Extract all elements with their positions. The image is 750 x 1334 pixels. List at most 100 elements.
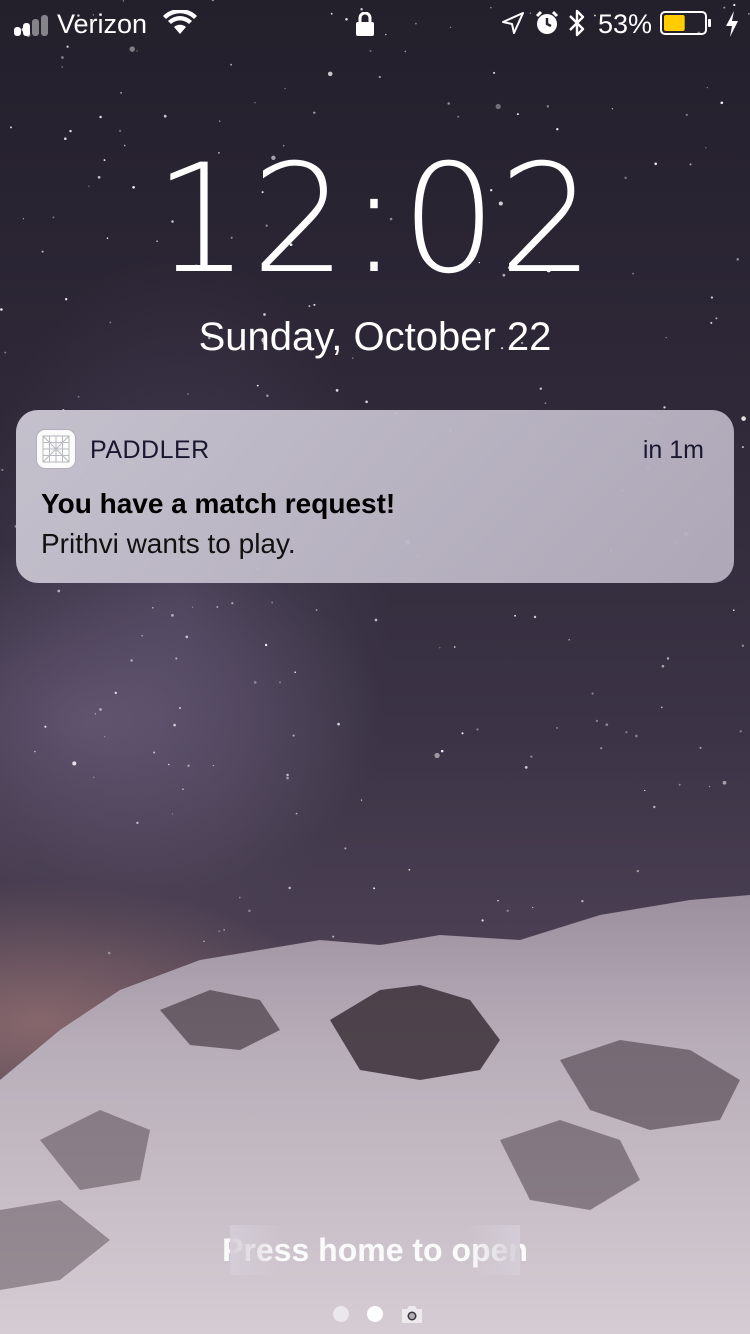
star — [461, 732, 464, 735]
star — [493, 71, 496, 74]
star — [114, 691, 117, 695]
star — [266, 394, 269, 398]
star — [0, 308, 3, 311]
star — [453, 646, 456, 648]
star — [163, 114, 167, 118]
star — [171, 813, 174, 815]
star — [434, 752, 440, 759]
star — [72, 761, 77, 766]
star — [179, 707, 181, 709]
star — [344, 847, 347, 850]
star — [706, 86, 708, 89]
signal-icon — [14, 12, 54, 36]
star — [653, 805, 656, 809]
alarm-icon — [535, 10, 559, 34]
star — [440, 749, 444, 753]
star — [118, 129, 122, 133]
star — [337, 722, 340, 726]
star — [99, 708, 102, 711]
star — [741, 644, 745, 647]
star — [34, 750, 36, 753]
page-indicator[interactable] — [0, 1302, 750, 1326]
star — [678, 783, 681, 786]
star — [636, 869, 640, 873]
star — [556, 127, 559, 131]
star — [447, 102, 450, 105]
star — [699, 746, 702, 749]
star — [369, 50, 372, 52]
page-dot-1[interactable] — [333, 1306, 349, 1322]
paddler-app-icon — [37, 430, 75, 468]
star — [733, 609, 735, 611]
star — [516, 113, 519, 116]
page-dot-2[interactable] — [367, 1306, 383, 1322]
star — [660, 706, 663, 709]
star — [279, 681, 281, 684]
star — [218, 120, 221, 122]
notification-body: Prithvi wants to play. — [41, 528, 296, 559]
star — [666, 657, 670, 660]
star — [741, 416, 746, 421]
star — [286, 776, 289, 780]
notification-card[interactable]: PADDLER in 1m You have a match request! … — [16, 410, 734, 583]
star — [644, 789, 646, 792]
carrier-name: Verizon — [57, 9, 148, 39]
star — [271, 601, 273, 604]
star — [57, 589, 61, 593]
star — [136, 50, 138, 52]
star — [544, 402, 547, 405]
star — [294, 671, 297, 674]
star — [94, 713, 97, 715]
star — [591, 692, 594, 695]
star — [99, 115, 102, 119]
star — [187, 764, 190, 767]
star — [286, 773, 289, 777]
notification-title: You have a match request! — [41, 488, 396, 519]
star — [634, 734, 638, 738]
star — [264, 643, 268, 647]
charging-bolt-icon — [726, 11, 738, 37]
star — [605, 723, 609, 727]
star — [77, 395, 80, 398]
star — [254, 101, 256, 104]
star — [739, 730, 742, 733]
star — [524, 766, 528, 769]
star — [187, 393, 189, 395]
lock-screen-time: 12:02 — [153, 133, 597, 307]
star — [625, 731, 628, 734]
star — [741, 446, 744, 449]
star — [69, 129, 72, 133]
camera-icon[interactable] — [400, 1304, 424, 1324]
star — [153, 751, 156, 754]
battery-icon — [660, 11, 711, 35]
star — [374, 618, 378, 622]
star — [476, 728, 479, 731]
star — [216, 606, 219, 608]
star — [595, 719, 599, 723]
star — [1, 468, 4, 471]
star — [141, 635, 143, 637]
star — [44, 725, 47, 728]
star — [708, 785, 711, 788]
bluetooth-icon — [569, 9, 585, 37]
star — [315, 609, 318, 611]
battery-percentage: 53% — [598, 9, 653, 39]
star — [404, 50, 407, 53]
star — [92, 776, 95, 779]
star — [230, 63, 233, 66]
wifi-icon — [163, 10, 197, 34]
star — [530, 755, 533, 758]
star — [661, 664, 665, 668]
star — [292, 734, 295, 737]
star — [722, 780, 727, 785]
star — [212, 764, 214, 767]
star — [182, 788, 184, 791]
star — [378, 75, 381, 79]
star — [253, 681, 257, 684]
star — [61, 66, 64, 68]
star — [408, 868, 411, 871]
star — [360, 799, 363, 801]
star — [365, 400, 368, 404]
star — [171, 614, 174, 617]
star — [175, 657, 178, 660]
